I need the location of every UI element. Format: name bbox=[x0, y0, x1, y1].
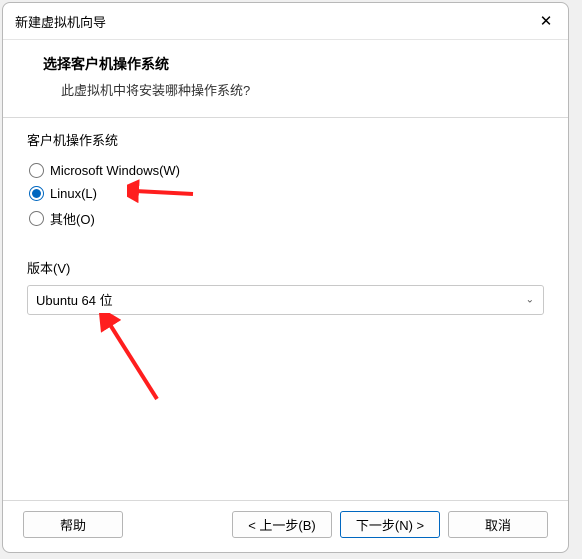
version-select[interactable]: Ubuntu 64 位 bbox=[27, 285, 544, 315]
wizard-header: 选择客户机操作系统 此虚拟机中将安装哪种操作系统? bbox=[3, 40, 568, 117]
cancel-button[interactable]: 取消 bbox=[448, 511, 548, 538]
wizard-footer: 帮助 < 上一步(B) 下一步(N) > 取消 bbox=[3, 501, 568, 552]
radio-windows-input[interactable] bbox=[29, 163, 44, 178]
close-button[interactable]: ✕ bbox=[532, 9, 560, 33]
radio-windows-label: Microsoft Windows(W) bbox=[50, 163, 180, 178]
window-title: 新建虚拟机向导 bbox=[15, 12, 106, 31]
next-button[interactable]: 下一步(N) > bbox=[340, 511, 440, 538]
radio-other[interactable]: 其他(O) bbox=[27, 205, 544, 232]
close-icon: ✕ bbox=[540, 12, 553, 30]
wizard-dialog: 新建虚拟机向导 ✕ 选择客户机操作系统 此虚拟机中将安装哪种操作系统? 客户机操… bbox=[2, 2, 569, 553]
radio-other-input[interactable] bbox=[29, 211, 44, 226]
help-button[interactable]: 帮助 bbox=[23, 511, 123, 538]
radio-linux[interactable]: Linux(L) bbox=[27, 182, 544, 205]
page-subtitle: 此虚拟机中将安装哪种操作系统? bbox=[43, 80, 544, 99]
titlebar: 新建虚拟机向导 ✕ bbox=[3, 3, 568, 40]
radio-other-label: 其他(O) bbox=[50, 209, 95, 228]
radio-linux-label: Linux(L) bbox=[50, 186, 97, 201]
os-group-label: 客户机操作系统 bbox=[27, 130, 544, 149]
version-select-wrap: Ubuntu 64 位 ⌄ bbox=[27, 285, 544, 315]
page-title: 选择客户机操作系统 bbox=[43, 54, 544, 74]
wizard-body: 客户机操作系统 Microsoft Windows(W) Linux(L) 其他… bbox=[3, 117, 568, 501]
annotation-arrow-version bbox=[87, 313, 167, 403]
back-button[interactable]: < 上一步(B) bbox=[232, 511, 332, 538]
version-label: 版本(V) bbox=[27, 258, 544, 277]
radio-linux-input[interactable] bbox=[29, 186, 44, 201]
radio-windows[interactable]: Microsoft Windows(W) bbox=[27, 159, 544, 182]
